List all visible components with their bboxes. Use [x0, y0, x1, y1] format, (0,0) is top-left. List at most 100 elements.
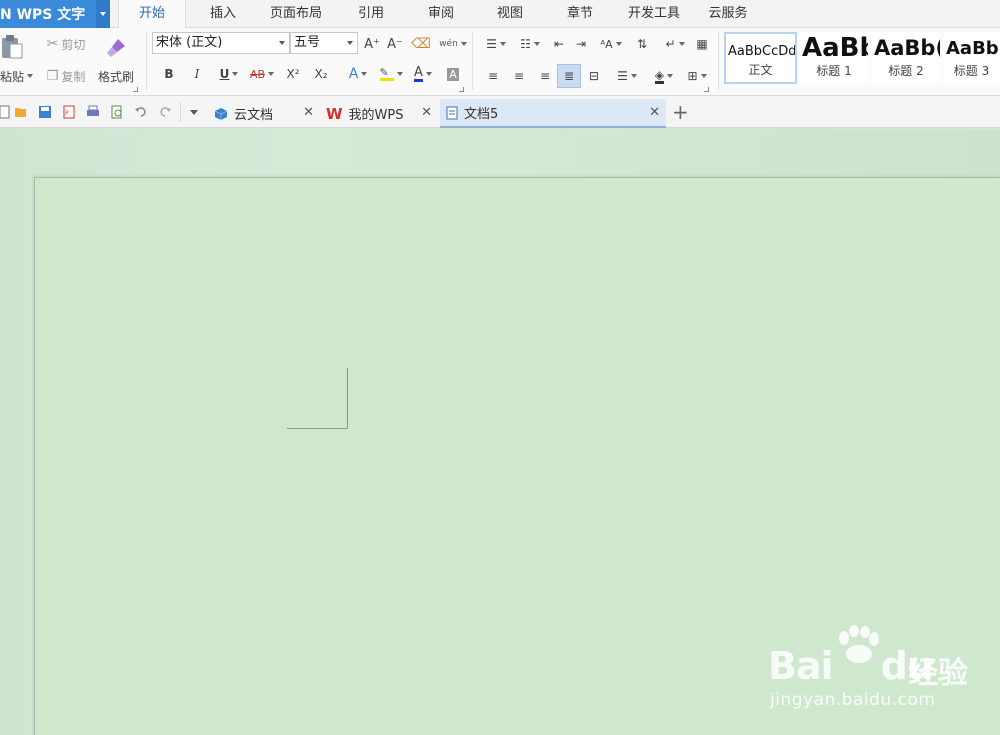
style-name: 正文	[748, 63, 773, 77]
tab-cloud-service[interactable]: 云服务	[701, 0, 755, 28]
copy-button[interactable]: ❐ 复制	[40, 66, 92, 86]
align-center-button[interactable]: ≡	[509, 66, 529, 86]
show-marks-button[interactable]: ↵	[660, 34, 690, 54]
numbering-button[interactable]: ☷	[514, 34, 546, 54]
close-icon[interactable]: ✕	[649, 105, 660, 120]
save-icon[interactable]	[38, 105, 52, 119]
style-normal[interactable]: AaBbCcDd 正文	[724, 32, 797, 84]
customize-icon[interactable]	[190, 110, 198, 115]
export-pdf-icon[interactable]: P	[62, 105, 76, 119]
menu-bar: N WPS 文字 开始 插入 页面布局 引用 审阅 视图 章节 开发工具 云服务	[0, 0, 1000, 29]
brush-icon	[107, 39, 125, 57]
subscript-button[interactable]: X₂	[310, 64, 332, 84]
cloud-box-icon	[214, 107, 228, 120]
bullets-button[interactable]: ☰	[480, 34, 512, 54]
paragraph-group-launcher[interactable]	[704, 87, 709, 92]
chevron-down-icon	[425, 72, 432, 76]
format-painter-button[interactable]: 格式刷	[94, 66, 138, 86]
grid-icon: ▦	[696, 37, 708, 51]
align-left-button[interactable]: ≡	[483, 66, 503, 86]
cut-button[interactable]: ✂ 剪切	[40, 34, 92, 54]
text-effect-label: A	[348, 66, 359, 82]
shading-button[interactable]: ◈	[648, 66, 680, 86]
app-menu-button[interactable]: N WPS 文字	[0, 0, 110, 28]
change-case-button[interactable]: ᴬA	[596, 34, 626, 54]
open-icon[interactable]	[14, 105, 28, 119]
tab-developer[interactable]: 开发工具	[617, 0, 691, 28]
doc-tab-document5[interactable]: 文档5 ✕	[440, 99, 666, 128]
line-spacing-button[interactable]: ☰	[612, 66, 642, 86]
outdent-icon: ⇤	[553, 37, 565, 51]
char-shading-button[interactable]: A	[444, 64, 462, 84]
clipboard-group-launcher[interactable]	[133, 87, 138, 92]
text-effect-button[interactable]: A	[343, 64, 373, 84]
new-icon[interactable]	[0, 105, 12, 119]
font-color-button[interactable]: A	[408, 64, 438, 84]
font-size-select[interactable]: 五号	[290, 32, 358, 54]
sort-button[interactable]: ⇅	[632, 34, 652, 54]
tab-sections[interactable]: 章节	[553, 0, 607, 28]
clear-format-button[interactable]: ⌫	[410, 34, 432, 54]
style-heading-3[interactable]: AaBbC 标题 3	[943, 32, 1000, 84]
tab-page-layout[interactable]: 页面布局	[260, 0, 332, 28]
doc-tab-cloud[interactable]: 云文档 ✕	[208, 99, 320, 128]
format-painter-icon-button[interactable]	[96, 34, 136, 62]
tab-home[interactable]: 开始	[118, 0, 186, 29]
table-insert-button[interactable]: ▦	[692, 34, 712, 54]
change-case-icon: ᴬA	[600, 37, 613, 51]
font-family-select[interactable]: 宋体 (正文)	[152, 32, 290, 54]
chevron-down-icon	[667, 74, 674, 78]
print-preview-icon[interactable]	[110, 105, 124, 119]
document-icon	[446, 106, 458, 119]
style-sample: AaBbCcDd	[728, 44, 797, 59]
justify-button[interactable]: ≣	[557, 64, 581, 88]
separator	[472, 32, 473, 90]
close-icon[interactable]: ✕	[421, 105, 432, 120]
style-heading-1[interactable]: AaBb 标题 1	[799, 32, 869, 84]
bold-button[interactable]: B	[160, 64, 178, 84]
superscript-button[interactable]: X²	[282, 64, 304, 84]
chevron-down-icon	[27, 74, 34, 78]
paste-dropdown[interactable]: 粘贴	[0, 66, 34, 86]
borders-button[interactable]: ⊞	[682, 66, 712, 86]
style-sample: AaBbC	[946, 38, 999, 59]
underline-button[interactable]: U	[214, 64, 244, 84]
tab-review[interactable]: 审阅	[414, 0, 468, 28]
distribute-icon: ⊟	[588, 69, 600, 83]
chevron-down-icon	[533, 42, 540, 46]
style-sample: AaBb(	[874, 36, 941, 60]
tab-insert[interactable]: 插入	[196, 0, 250, 28]
increase-indent-button[interactable]: ⇥	[572, 34, 590, 54]
paste-button[interactable]	[0, 32, 24, 62]
highlight-button[interactable]: ✎	[375, 64, 407, 84]
style-name: 标题 2	[888, 64, 924, 78]
align-right-icon: ≡	[539, 69, 551, 83]
style-heading-2[interactable]: AaBb( 标题 2	[871, 32, 941, 84]
tab-view[interactable]: 视图	[483, 0, 537, 28]
decrease-indent-button[interactable]: ⇤	[550, 34, 568, 54]
italic-button[interactable]: I	[188, 64, 206, 84]
shrink-font-button[interactable]: A⁻	[385, 34, 405, 54]
distribute-button[interactable]: ⊟	[584, 66, 604, 86]
font-group-launcher[interactable]	[459, 87, 464, 92]
doc-tab-my-wps[interactable]: W 我的WPS ✕	[322, 99, 438, 128]
strikethrough-label: AB	[249, 67, 266, 81]
grow-font-button[interactable]: A⁺	[362, 34, 382, 54]
app-title: N WPS 文字	[0, 7, 86, 23]
tab-references[interactable]: 引用	[344, 0, 398, 28]
quick-access-bar: P 云文档 ✕ W 我的WPS ✕ 文档5 ✕	[0, 96, 1000, 128]
indent-icon: ⇥	[575, 37, 587, 51]
new-tab-icon[interactable]: +	[672, 100, 689, 124]
strikethrough-button[interactable]: AB	[246, 64, 278, 84]
close-icon[interactable]: ✕	[303, 105, 314, 120]
redo-icon[interactable]	[158, 105, 172, 119]
char-shading-label: A	[447, 67, 459, 81]
pinyin-guide-button[interactable]: wén	[438, 34, 468, 54]
print-icon[interactable]	[86, 105, 100, 119]
copy-icon: ❐	[46, 68, 59, 84]
app-menu-dropdown[interactable]	[96, 0, 110, 28]
bullet-list-icon: ☰	[486, 37, 497, 51]
undo-icon[interactable]	[134, 105, 148, 119]
font-family-value: 宋体 (正文)	[156, 35, 223, 50]
align-right-button[interactable]: ≡	[535, 66, 555, 86]
